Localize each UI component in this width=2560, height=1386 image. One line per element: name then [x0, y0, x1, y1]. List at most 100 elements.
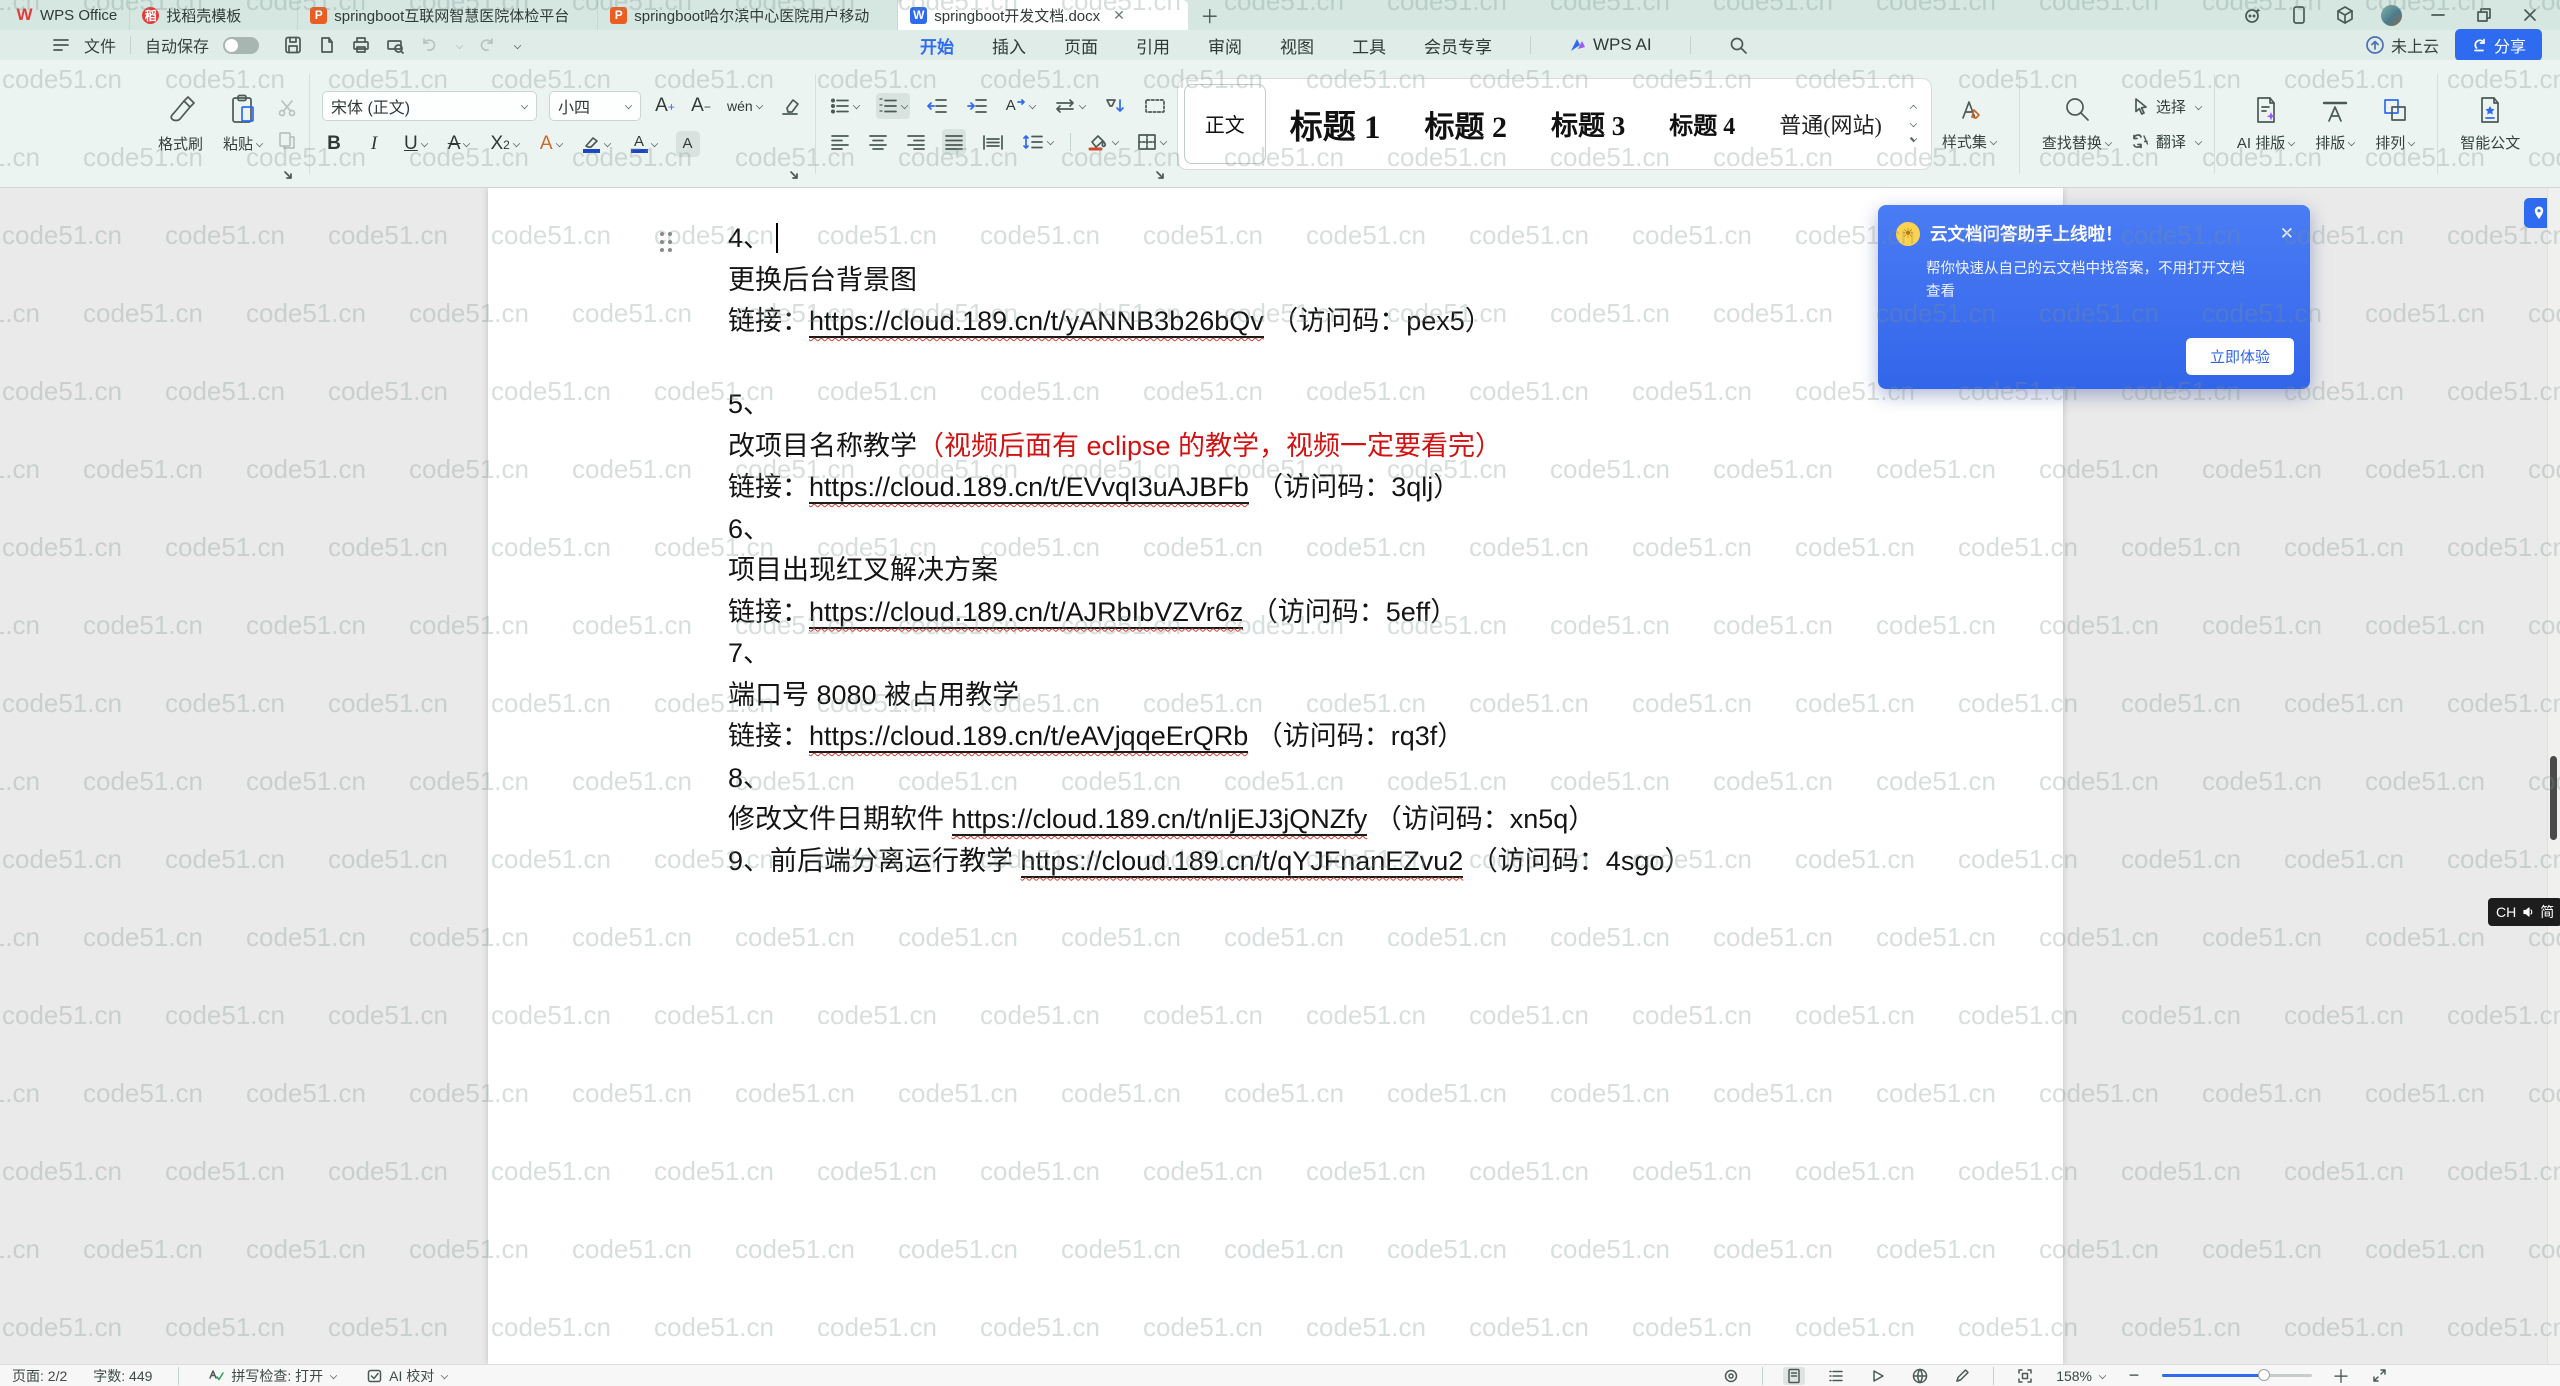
popup-try-button[interactable]: 立即体验 [2186, 338, 2294, 375]
borders-icon[interactable] [1135, 129, 1169, 155]
select-button[interactable]: 选择 [2132, 96, 2202, 117]
doc-line[interactable]: 4、 [728, 218, 2038, 260]
doc-line[interactable]: 7、 [728, 633, 2038, 675]
more-commands-icon[interactable] [514, 41, 521, 48]
side-panel-icon[interactable] [2289, 5, 2309, 25]
tab-review[interactable]: 审阅 [1208, 33, 1242, 58]
web-view-icon[interactable] [1909, 1367, 1931, 1385]
align-right-icon[interactable] [904, 129, 928, 155]
clipboard-dialog-launcher-icon[interactable] [283, 170, 294, 181]
tab-home[interactable]: 开始 [920, 33, 954, 58]
page-indicator[interactable]: 页面: 2/2 [12, 1366, 67, 1386]
cut-icon[interactable] [277, 98, 297, 118]
doc-line[interactable]: 链接：https://cloud.189.cn/t/yANNB3b26bQv （… [728, 301, 2038, 343]
close-window-icon[interactable] [2520, 5, 2540, 25]
tab-view[interactable]: 视图 [1280, 33, 1314, 58]
translate-button[interactable]: 翻译 [2132, 131, 2202, 152]
doc-line[interactable]: 6、 [728, 509, 2038, 551]
tab-presentation-2[interactable]: P springboot哈尔滨中心医院用户移动 [598, 0, 898, 30]
style-item-h2[interactable]: 标题 2 [1404, 84, 1527, 164]
tab-reference[interactable]: 引用 [1136, 33, 1170, 58]
tab-docer-template[interactable]: 稻 找稻壳模板 [130, 0, 298, 30]
justify-icon[interactable] [942, 129, 966, 155]
style-item-web[interactable]: 普通(网站) [1759, 84, 1902, 164]
superscript-button[interactable]: X2 [488, 131, 521, 157]
decrease-font-icon[interactable]: A− [689, 93, 713, 119]
fullscreen-icon[interactable] [2368, 1367, 2390, 1385]
tab-wps-ai[interactable]: WPS AI [1569, 35, 1652, 55]
paragraph-drag-handle-icon[interactable] [660, 232, 664, 236]
ime-indicator[interactable]: CH 简 [2488, 898, 2560, 926]
text-direction-icon[interactable]: A [1004, 93, 1038, 119]
numbered-list-button[interactable] [876, 93, 910, 119]
cloud-status[interactable]: 未上云 [2365, 33, 2439, 57]
wrap-swap-icon[interactable] [1052, 93, 1088, 119]
format-painter-button[interactable]: 格式刷 [148, 89, 213, 158]
document-page[interactable]: 4、更换后台背景图链接：https://cloud.189.cn/t/yANNB… [488, 188, 2063, 1364]
clear-format-icon[interactable] [777, 93, 803, 119]
scrollbar-thumb[interactable] [2550, 756, 2557, 840]
ai-assistant-icon[interactable] [2243, 5, 2263, 25]
doc-line[interactable]: 更换后台背景图 [728, 260, 2038, 302]
doc-hyperlink[interactable]: https://cloud.189.cn/t/qYJFnanEZvu2 [1021, 846, 1464, 878]
spellcheck-status[interactable]: 拼写检查: 打开 [205, 1366, 337, 1386]
app-cube-icon[interactable] [2335, 5, 2355, 25]
tab-active-document[interactable]: W springboot开发文档.docx ✕ [898, 0, 1188, 30]
doc-line[interactable]: 改项目名称教学（视频后面有 eclipse 的教学，视频一定要看完） [728, 426, 2038, 468]
style-set-button[interactable]: 样式集 [1932, 96, 2007, 152]
tab-insert[interactable]: 插入 [992, 33, 1026, 58]
arrange-button[interactable]: 排列 [2365, 95, 2425, 153]
paste-button[interactable]: 粘贴 [213, 89, 273, 158]
char-shading-button[interactable]: A [538, 131, 565, 157]
outline-view-icon[interactable] [1825, 1367, 1847, 1385]
font-dialog-launcher-icon[interactable] [789, 170, 800, 181]
highlight-color-button[interactable] [581, 131, 613, 157]
style-item-h4[interactable]: 标题 4 [1649, 84, 1755, 164]
char-border-button[interactable]: A [676, 131, 700, 157]
underline-button[interactable]: U [402, 131, 430, 157]
doc-hyperlink[interactable]: https://cloud.189.cn/t/eAVjqqeErQRb [809, 721, 1248, 753]
redo-icon[interactable] [477, 35, 497, 55]
smart-doc-button[interactable]: 智能公文 [2450, 95, 2530, 153]
undo-dropdown-icon[interactable] [456, 41, 463, 48]
hamburger-menu-icon[interactable] [52, 37, 70, 53]
align-left-icon[interactable] [828, 129, 852, 155]
tab-page[interactable]: 页面 [1064, 33, 1098, 58]
eye-protect-icon[interactable] [1720, 1367, 1742, 1385]
paste-dropdown-icon[interactable] [256, 140, 263, 147]
save-icon[interactable] [283, 35, 303, 55]
zoom-slider[interactable] [2162, 1374, 2312, 1377]
zoom-out-button[interactable]: − [2126, 1365, 2142, 1386]
page-view-icon[interactable] [1783, 1367, 1805, 1385]
decrease-indent-icon[interactable] [924, 93, 950, 119]
font-color-button[interactable]: A [629, 131, 660, 157]
read-mode-icon[interactable] [1867, 1367, 1889, 1385]
word-count[interactable]: 字数: 449 [93, 1366, 152, 1386]
style-item-h3[interactable]: 标题 3 [1531, 84, 1645, 164]
doc-line[interactable]: 链接：https://cloud.189.cn/t/AJRbIbVZVr6z （… [728, 592, 2038, 634]
bullet-list-button[interactable] [828, 93, 862, 119]
zoom-in-button[interactable]: ＋ [2332, 1363, 2348, 1386]
restore-window-icon[interactable] [2474, 5, 2494, 25]
doc-line[interactable]: 端口号 8080 被占用教学 [728, 675, 2038, 717]
ai-proofread[interactable]: AI 校对 [363, 1366, 448, 1386]
layout-button[interactable]: 排版 [2305, 95, 2365, 153]
distribute-icon[interactable] [980, 129, 1006, 155]
vertical-scrollbar[interactable] [2547, 188, 2560, 1364]
new-tab-button[interactable]: ＋ [1188, 0, 1231, 30]
doc-line[interactable]: 链接：https://cloud.189.cn/t/eAVjqqeErQRb （… [728, 716, 2038, 758]
zoom-level[interactable]: 158% [2056, 1368, 2106, 1384]
print-icon[interactable] [351, 35, 371, 55]
doc-line[interactable]: 修改文件日期软件 https://cloud.189.cn/t/nIjEJ3jQ… [728, 799, 2038, 841]
font-size-select[interactable]: 小四 [549, 91, 641, 121]
popup-close-icon[interactable]: ✕ [2280, 224, 2294, 244]
print-preview-icon[interactable] [385, 35, 405, 55]
export-icon[interactable] [317, 35, 337, 55]
autosave-toggle[interactable] [223, 37, 259, 54]
tab-wps-home[interactable]: W WPS Office [0, 0, 130, 30]
file-menu[interactable]: 文件 [84, 33, 116, 57]
tab-member[interactable]: 会员专享 [1424, 33, 1492, 58]
italic-button[interactable]: I [362, 131, 386, 157]
doc-line[interactable] [728, 343, 2038, 385]
align-center-icon[interactable] [866, 129, 890, 155]
